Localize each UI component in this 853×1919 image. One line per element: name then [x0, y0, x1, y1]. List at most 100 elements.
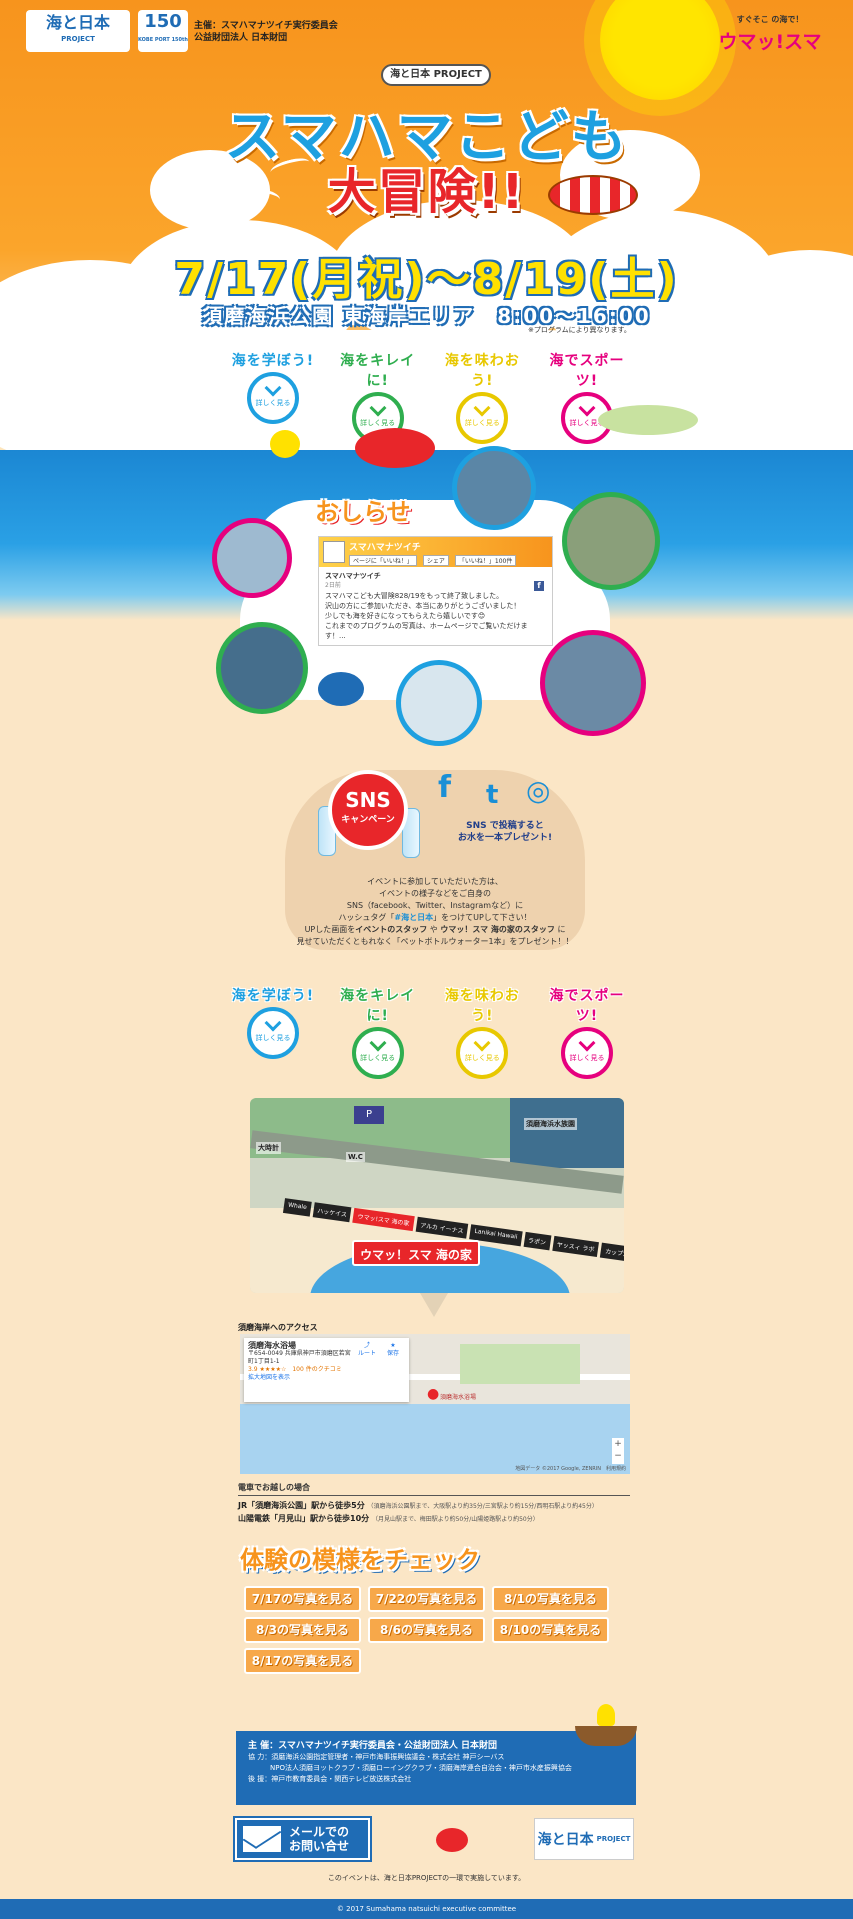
- facebook-page-name: スマハマナツイチ: [349, 543, 421, 553]
- facebook-post[interactable]: スマハマナツイチ 2日前 スマハマこども大冒険828/19をもって終了致しました…: [319, 567, 552, 645]
- chevron-down-icon: [264, 379, 282, 397]
- photo-button-0803[interactable]: 8/3の写真を見る: [244, 1617, 361, 1643]
- facebook-like-button[interactable]: ページに「いいね！」: [349, 555, 417, 566]
- sns-text-line: ハッシュタグ「#海と日本」をつけてUPして下さい！: [285, 912, 585, 924]
- facebook-icon[interactable]: f: [438, 770, 451, 805]
- facebook-share-button[interactable]: シェア: [422, 555, 449, 566]
- category-taste[interactable]: 海を味わおう! 詳しく見る: [439, 350, 525, 444]
- logo-text: 海と日本: [45, 13, 110, 32]
- sns-cta: SNS で投稿すると お水を一本プレゼント!: [440, 820, 570, 844]
- category-more-button[interactable]: 詳しく見る: [560, 1027, 613, 1079]
- train-route: JR「須磨海浜公園」駅から徒歩5分 （須磨海浜公園駅まで、大阪駅より約35分/三…: [238, 1500, 598, 1511]
- zoom-in-icon[interactable]: +: [612, 1438, 624, 1450]
- facebook-feed[interactable]: スマハマナツイチ ページに「いいね！」 シェア 「いいね！」100件 f スマハ…: [318, 536, 553, 646]
- hero-title-line2: 大冒険!!: [327, 164, 526, 220]
- photo-button-0801[interactable]: 8/1の写真を見る: [492, 1586, 609, 1612]
- project-pill: 海と日本 PROJECT: [381, 64, 491, 86]
- island-illustration: [598, 405, 698, 435]
- train-route-name: JR「須磨海浜公園」駅から徒歩5分: [238, 1501, 365, 1510]
- instagram-icon[interactable]: ◎: [526, 774, 550, 807]
- map-pointer: [420, 1293, 448, 1317]
- sns-badge-title: SNS: [345, 788, 391, 812]
- category-more-button[interactable]: 詳しく見る: [351, 1027, 404, 1079]
- more-label: 詳しく見る: [360, 1054, 396, 1062]
- photo-button-0806[interactable]: 8/6の写真を見る: [368, 1617, 485, 1643]
- category-label: 海でスポーツ!: [549, 988, 625, 1024]
- venue-note: ※プログラムにより異なります。: [528, 326, 631, 334]
- crab-body: [436, 1828, 468, 1852]
- nippon-foundation-logo[interactable]: 海と日本 PROJECT: [26, 10, 130, 52]
- category-label: 海を味わおう!: [444, 353, 520, 389]
- category-learn[interactable]: 海を学ぼう! 詳しく見る: [230, 350, 316, 444]
- hashtag: #海と日本: [394, 913, 434, 922]
- photo-button-0722[interactable]: 7/22の写真を見る: [368, 1586, 485, 1612]
- category-learn[interactable]: 海を学ぼう! 詳しく見る: [230, 985, 316, 1079]
- logo-subtext: PROJECT: [61, 35, 95, 43]
- larger-map-link[interactable]: 拡大地図を表示: [248, 1374, 290, 1381]
- train-route-note: （須磨海浜公園駅まで、大阪駅より約35分/三宮駅より約15分/西明石駅より約45…: [367, 1503, 598, 1510]
- photo-rowing[interactable]: [452, 446, 536, 530]
- umassuma-brand-logo[interactable]: すぐそこ の海で！ ウマッ!スマ: [700, 14, 840, 53]
- map-pin-icon[interactable]: ●: [427, 1386, 439, 1402]
- sns-text-line: UPした画面をイベントのスタッフ や ウマッ！スマ 海の家のスタッフ に: [285, 924, 585, 936]
- nippon-project-logo[interactable]: 海と日本 PROJECT: [534, 1818, 634, 1860]
- map-label-aquarium: 須磨海浜水族園: [524, 1118, 577, 1130]
- category-more-button[interactable]: 詳しく見る: [247, 372, 299, 424]
- train-route-note: （月見山駅まで、梅田駅より約50分/山陽姫路駅より約50分）: [371, 1516, 539, 1523]
- chevron-down-icon: [369, 1034, 387, 1052]
- zoom-out-icon[interactable]: −: [612, 1450, 624, 1462]
- boat-hull: [575, 1726, 637, 1746]
- map-attribution: 地図データ ©2017 Google, ZENRIN 利用規約: [515, 1466, 626, 1472]
- photo-life-jackets[interactable]: [540, 630, 646, 736]
- organizer-line: 主 催：スマハマナツイチ実行委員会・公益財団法人 日本財団: [248, 1741, 497, 1751]
- google-map[interactable]: 須磨海水浴場 〒654-0049 兵庫県神戸市須磨区若宮 町1丁目1-1 3.9…: [240, 1334, 630, 1474]
- news-title: おしらせ: [315, 498, 411, 526]
- facebook-feed-header: スマハマナツイチ ページに「いいね！」 シェア 「いいね！」100件: [319, 537, 552, 567]
- place-address: 町1丁目1-1: [248, 1358, 280, 1365]
- category-clean[interactable]: 海をキレイに! 詳しく見る: [335, 985, 421, 1079]
- photo-button-0817[interactable]: 8/17の写真を見る: [244, 1648, 361, 1674]
- mail-contact-button[interactable]: メールでの お問い合せ: [235, 1818, 370, 1860]
- organizer-line: 協 力：須磨海浜公園指定管理者・神戸市海事振興協議会・株式会社 神戸シーバス: [248, 1753, 505, 1761]
- photo-drawing[interactable]: [396, 660, 482, 746]
- sns-badge-subtitle: キャンペーン: [341, 815, 395, 825]
- mail-button-label: メールでの: [289, 1825, 350, 1839]
- directions-button[interactable]: ⤴ ルート: [356, 1342, 378, 1358]
- map-pin-label: 須磨海水浴場: [440, 1394, 477, 1401]
- post-time: 2日前: [325, 582, 341, 589]
- beach-house-label: ウマッ！スマ 海の家: [352, 1240, 480, 1266]
- avatar: [323, 541, 345, 563]
- map-label-clock: 大時計: [256, 1142, 281, 1154]
- photo-yacht[interactable]: [212, 518, 292, 598]
- photo-boat-kids[interactable]: [216, 622, 308, 714]
- photo-button-0717[interactable]: 7/17の写真を見る: [244, 1586, 361, 1612]
- category-label: 海をキレイに!: [340, 353, 416, 389]
- category-sports[interactable]: 海でスポーツ! 詳しく見る: [544, 985, 630, 1079]
- sns-text-line: イベントに参加していただいた方は、: [367, 877, 503, 886]
- category-taste[interactable]: 海を味わおう! 詳しく見る: [439, 985, 525, 1079]
- map-sea: [240, 1404, 630, 1474]
- facebook-like-count: 「いいね！」100件: [454, 555, 517, 566]
- envelope-icon: [243, 1826, 281, 1852]
- boat-illustration: [575, 1700, 637, 1746]
- map-zoom-control[interactable]: + −: [612, 1438, 624, 1464]
- sponsor-text: 主催：スマハマナツイチ実行委員会 公益財団法人 日本財団: [194, 20, 338, 44]
- photo-beach-group[interactable]: [562, 492, 660, 590]
- category-more-button[interactable]: 詳しく見る: [456, 1027, 509, 1079]
- brand-text: ウマッ!スマ: [718, 31, 822, 53]
- twitter-icon[interactable]: t: [486, 780, 498, 810]
- brand-tagline: すぐそこ の海で！: [736, 15, 804, 24]
- sns-text: ハッシュタグ「: [338, 913, 395, 922]
- photo-button-0810[interactable]: 8/10の写真を見る: [492, 1617, 609, 1643]
- event-venue: 須磨海浜公園 東海岸エリア 8:00〜16:00: [202, 304, 651, 328]
- sns-cta-line: SNS で投稿すると: [466, 821, 544, 831]
- category-more-button[interactable]: 詳しく見る: [456, 392, 509, 444]
- kid-illustration: [597, 1704, 615, 1726]
- footer-note: このイベントは、海と日本PROJECTの一環で実施しています。: [327, 1874, 526, 1882]
- category-label: 海を味わおう!: [444, 988, 520, 1024]
- sponsor-line: 公益財団法人 日本財団: [194, 33, 288, 43]
- category-more-button[interactable]: 詳しく見る: [247, 1007, 299, 1059]
- copyright-bar: © 2017 Sumahama natsuichi executive comm…: [0, 1899, 853, 1919]
- save-button[interactable]: ★ 保存: [382, 1342, 404, 1358]
- sns-description: イベントに参加していただいた方は、 イベントの様子などをご自身の SNS（fac…: [285, 876, 585, 948]
